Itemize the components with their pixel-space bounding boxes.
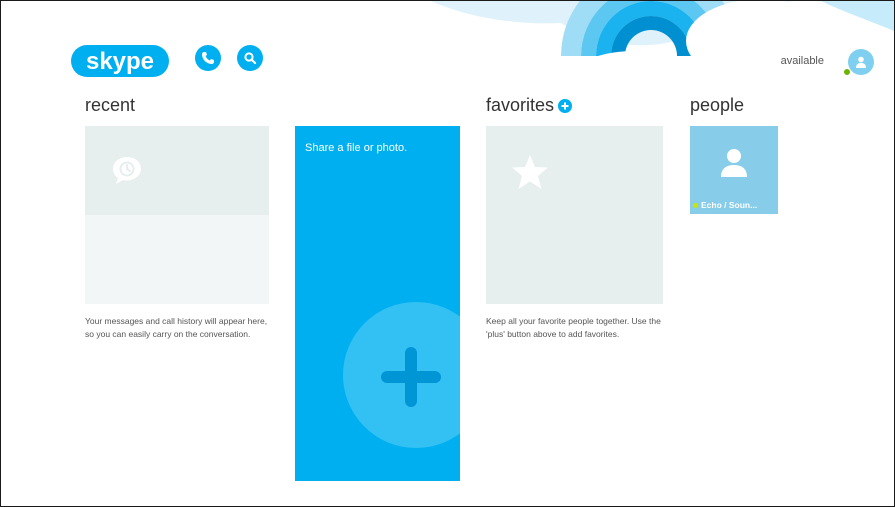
- message-history-icon: [113, 157, 141, 184]
- plus-icon-bar: [381, 371, 441, 383]
- add-favorite-button[interactable]: [558, 99, 572, 113]
- phone-icon: [202, 52, 214, 64]
- call-button[interactable]: [195, 45, 221, 71]
- contact-name: Echo / Soun...: [701, 200, 758, 210]
- status-text[interactable]: available: [781, 55, 824, 67]
- people-title: people: [690, 95, 745, 115]
- star-icon: [512, 155, 548, 189]
- favorites-tile: [486, 126, 663, 304]
- recent-tile: [85, 126, 269, 304]
- presence-indicator: [843, 68, 851, 76]
- favorites-description: Keep all your favorite people together. …: [486, 316, 661, 339]
- share-label: Share a file or photo.: [305, 142, 408, 154]
- user-icon: [856, 56, 866, 68]
- recent-title: recent: [85, 95, 136, 115]
- search-button[interactable]: [237, 45, 263, 71]
- contact-name-row: Echo / Soun...: [693, 200, 777, 210]
- app-window: skype available recent Your messages and…: [0, 0, 895, 507]
- share-file-tile[interactable]: Share a file or photo.: [295, 126, 460, 481]
- contact-tile[interactable]: Echo / Soun...: [690, 126, 778, 214]
- recent-description: Your messages and call history will appe…: [85, 316, 268, 339]
- logo-text: skype: [86, 48, 154, 75]
- plus-icon: [561, 102, 569, 110]
- search-icon: [244, 52, 257, 65]
- contact-presence-dot: [693, 203, 698, 209]
- skype-logo: skype: [71, 45, 169, 77]
- user-avatar[interactable]: [848, 49, 874, 75]
- favorites-title: favorites: [486, 95, 555, 115]
- user-icon: [721, 149, 747, 177]
